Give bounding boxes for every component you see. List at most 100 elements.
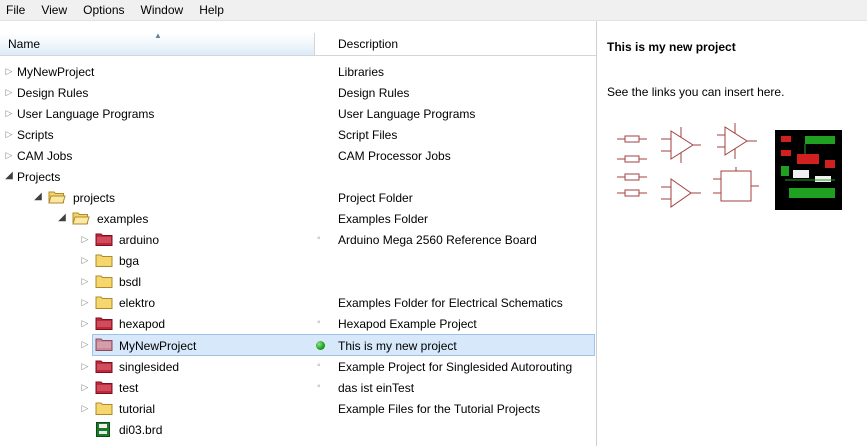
tree-row-description: Examples Folder for Electrical Schematic…	[338, 296, 563, 310]
expand-arrow-icon[interactable]: ▷	[4, 87, 14, 97]
opamp-symbol-preview[interactable]	[659, 125, 703, 165]
tree-row-name: bga	[119, 254, 140, 268]
inactive-status-icon: ◦	[317, 317, 321, 328]
expand-arrow-icon[interactable]: ▷	[80, 339, 90, 349]
tree-row-name: Projects	[17, 170, 61, 184]
tree-row-elektro[interactable]: ▷ elektro Examples Folder for Electrical…	[0, 292, 596, 313]
tree-row-examples[interactable]: ◢ examples Examples Folder	[0, 208, 596, 229]
tree-row-description: User Language Programs	[338, 107, 476, 121]
tree-row-description: das ist einTest	[338, 381, 415, 395]
menu-window[interactable]: Window	[133, 0, 192, 20]
project-description: See the links you can insert here.	[607, 85, 785, 99]
ic-symbol-preview[interactable]	[711, 167, 767, 207]
tree-row-name: bsdl	[119, 275, 142, 289]
tree-row-mynewproject-selected[interactable]: MyNewProject This is my new project	[92, 334, 595, 356]
column-header-description[interactable]: Description	[315, 33, 596, 55]
tree-row-name: User Language Programs	[17, 107, 155, 121]
tree-row-name: hexapod	[119, 317, 166, 331]
tree-row-libraries[interactable]: ▷ MyNewProject Libraries	[0, 61, 596, 82]
collapse-arrow-icon[interactable]: ◢	[57, 213, 67, 223]
sort-ascending-icon: ▲	[154, 31, 162, 40]
tree-row-bsdl[interactable]: ▷ bsdl	[0, 271, 596, 292]
expand-arrow-icon[interactable]: ▷	[80, 361, 90, 371]
column-header-name[interactable]: ▲ Name	[0, 31, 315, 55]
tree-row-name: tutorial	[119, 402, 156, 416]
inactive-status-icon: ◦	[317, 360, 321, 371]
tree-row-ulp[interactable]: ▷ User Language Programs User Language P…	[0, 103, 596, 124]
inactive-status-icon: ◦	[317, 233, 321, 244]
tree-panel: ▲ Name Description ▷ MyNewProject Librar…	[0, 21, 597, 446]
tree-row-name: arduino	[119, 233, 160, 247]
expand-arrow-icon[interactable]: ▷	[4, 129, 14, 139]
tree-row-arduino[interactable]: ▷ arduino ◦ Arduino Mega 2560 Reference …	[0, 229, 596, 250]
project-folder-icon	[95, 233, 113, 246]
active-project-icon	[316, 341, 325, 350]
folder-icon	[95, 254, 113, 267]
tree-row-singlesided[interactable]: ▷ singlesided ◦ Example Project for Sing…	[0, 356, 596, 377]
tree-row-description: Script Files	[338, 128, 398, 142]
tree-row-description: Hexapod Example Project	[338, 317, 477, 331]
tree-row-name: di03.brd	[119, 423, 163, 437]
tree-row-name: MyNewProject	[119, 339, 197, 353]
board-file-icon	[96, 422, 110, 437]
expand-arrow-icon[interactable]: ▷	[4, 150, 14, 160]
folder-icon	[95, 275, 113, 288]
expand-arrow-icon[interactable]: ▷	[80, 382, 90, 392]
project-folder-icon	[95, 317, 113, 330]
expand-arrow-icon[interactable]: ▷	[80, 297, 90, 307]
menu-view[interactable]: View	[33, 0, 75, 20]
expand-arrow-icon[interactable]: ▷	[80, 234, 90, 244]
tree-row-bga[interactable]: ▷ bga	[0, 250, 596, 271]
description-panel: This is my new project See the links you…	[597, 21, 867, 446]
project-folder-icon	[95, 381, 113, 394]
tree-row-projects[interactable]: ◢ Projects	[0, 166, 596, 187]
tree-row-description: Example Project for Singlesided Autorout…	[338, 360, 573, 374]
tree-row-description: Project Folder	[338, 191, 413, 205]
pcb-board-preview[interactable]	[775, 130, 842, 210]
tree-row-scripts[interactable]: ▷ Scripts Script Files	[0, 124, 596, 145]
menu-options[interactable]: Options	[75, 0, 132, 20]
tree-row-cam-jobs[interactable]: ▷ CAM Jobs CAM Processor Jobs	[0, 145, 596, 166]
tree-row-projects-folder[interactable]: ◢ projects Project Folder	[0, 187, 596, 208]
tree-row-name: elektro	[119, 296, 156, 310]
expand-arrow-icon[interactable]: ▷	[80, 318, 90, 328]
open-folder-icon	[48, 191, 66, 204]
tree-row-design-rules[interactable]: ▷ Design Rules Design Rules	[0, 82, 596, 103]
folder-icon	[95, 402, 113, 415]
expand-arrow-icon[interactable]: ▷	[4, 108, 14, 118]
project-folder-icon	[95, 338, 113, 351]
tree-row-di03-brd[interactable]: di03.brd	[0, 419, 596, 440]
tree-row-tutorial[interactable]: ▷ tutorial Example Files for the Tutoria…	[0, 398, 596, 419]
menu-file[interactable]: File	[0, 0, 33, 20]
tree-row-description: Design Rules	[338, 86, 410, 100]
menu-help[interactable]: Help	[191, 0, 232, 20]
project-folder-icon	[95, 360, 113, 373]
opamp-symbol-preview[interactable]	[659, 175, 703, 211]
tree-row-description: Example Files for the Tutorial Projects	[338, 402, 541, 416]
collapse-arrow-icon[interactable]: ◢	[33, 192, 43, 202]
resistor-symbols-preview[interactable]	[615, 129, 649, 199]
folder-icon	[95, 296, 113, 309]
tree-row-name: Design Rules	[17, 86, 89, 100]
tree-row-hexapod[interactable]: ▷ hexapod ◦ Hexapod Example Project	[0, 313, 596, 334]
tree-row-description: This is my new project	[338, 339, 457, 353]
inactive-status-icon: ◦	[317, 381, 321, 392]
tree-row-test[interactable]: ▷ test ◦ das ist einTest	[0, 377, 596, 398]
tree-row-name: singlesided	[119, 360, 180, 374]
tree-row-name: MyNewProject	[17, 65, 95, 79]
opamp-symbol-preview[interactable]	[715, 121, 759, 161]
expand-arrow-icon[interactable]: ▷	[4, 66, 14, 76]
tree-row-name: test	[119, 381, 139, 395]
tree-row-description: CAM Processor Jobs	[338, 149, 451, 163]
project-title: This is my new project	[607, 40, 736, 54]
expand-arrow-icon[interactable]: ▷	[80, 255, 90, 265]
expand-arrow-icon[interactable]: ▷	[80, 276, 90, 286]
column-header-name-label: Name	[8, 37, 41, 51]
tree-row-name: CAM Jobs	[17, 149, 73, 163]
tree-row-description: Arduino Mega 2560 Reference Board	[338, 233, 537, 247]
tree-row-name: examples	[97, 212, 149, 226]
tree-row-description: Examples Folder	[338, 212, 429, 226]
open-folder-icon	[72, 212, 90, 225]
collapse-arrow-icon[interactable]: ◢	[4, 171, 14, 181]
expand-arrow-icon[interactable]: ▷	[80, 403, 90, 413]
